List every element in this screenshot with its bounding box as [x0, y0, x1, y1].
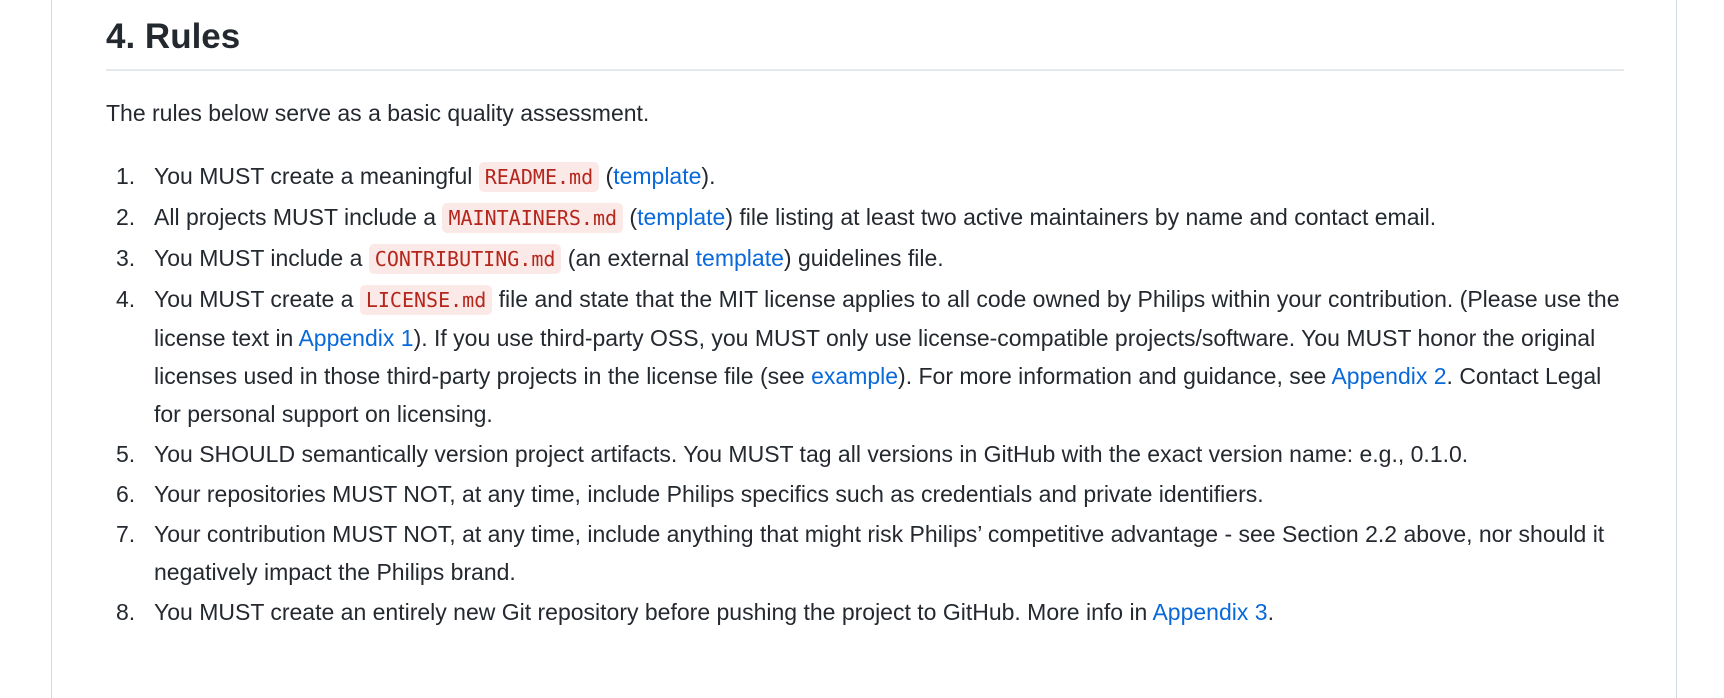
- rules-list: 1. You MUST create a meaningful README.md…: [106, 157, 1624, 631]
- link-template[interactable]: template: [613, 163, 701, 189]
- rule-text: (: [623, 204, 638, 230]
- inline-code-filename: MAINTAINERS.md: [442, 203, 624, 233]
- rule-item: 5. You SHOULD semantically version projec…: [106, 435, 1624, 473]
- rule-item: 2. All projects MUST include a MAINTAINER…: [106, 198, 1624, 237]
- rule-text: Your contribution MUST NOT, at any time,…: [154, 521, 1605, 585]
- link-template[interactable]: template: [696, 245, 784, 271]
- rule-text: You SHOULD semantically version project …: [154, 441, 1469, 467]
- rule-number: 4.: [116, 286, 136, 312]
- rule-item: 1. You MUST create a meaningful README.md…: [106, 157, 1624, 196]
- rule-number: 3.: [116, 245, 136, 271]
- rule-text: Your repositories MUST NOT, at any time,…: [154, 481, 1264, 507]
- inline-code-filename: README.md: [478, 162, 600, 192]
- rule-item: 6. Your repositories MUST NOT, at any tim…: [106, 475, 1624, 513]
- rule-item: 3. You MUST include a CONTRIBUTING.md (an…: [106, 239, 1624, 278]
- rule-text: You MUST create a: [154, 286, 360, 312]
- rule-number: 1.: [116, 163, 136, 189]
- rule-item: 4. You MUST create a LICENSE.md file and …: [106, 280, 1624, 433]
- rule-item: 8. You MUST create an entirely new Git re…: [106, 593, 1624, 631]
- rule-number: 2.: [116, 204, 136, 230]
- rule-text: You MUST create an entirely new Git repo…: [154, 599, 1153, 625]
- rule-item: 7. Your contribution MUST NOT, at any tim…: [106, 515, 1624, 591]
- rule-text: You MUST include a: [154, 245, 369, 271]
- rule-text: .: [1267, 599, 1274, 625]
- link-appendix-3[interactable]: Appendix 3: [1152, 599, 1267, 625]
- section-heading: 4. Rules: [106, 0, 1624, 71]
- rule-number: 7.: [116, 521, 136, 547]
- rule-number: 5.: [116, 441, 136, 467]
- rule-text: ).: [701, 163, 716, 189]
- inline-code-filename: LICENSE.md: [359, 285, 493, 315]
- rule-number: 6.: [116, 481, 136, 507]
- rule-text: ). For more information and guidance, se…: [898, 363, 1332, 389]
- link-template[interactable]: template: [637, 204, 725, 230]
- rule-text: ) guidelines file.: [783, 245, 944, 271]
- inline-code-filename: CONTRIBUTING.md: [368, 244, 562, 274]
- intro-paragraph: The rules below serve as a basic quality…: [106, 100, 650, 126]
- rule-text: ) file listing at least two active maint…: [725, 204, 1437, 230]
- rule-text: (: [599, 163, 614, 189]
- link-appendix-1[interactable]: Appendix 1: [298, 325, 413, 351]
- rule-number: 8.: [116, 599, 136, 625]
- rules-section: 4. Rules The rules below serve as a basi…: [106, 0, 1624, 633]
- link-appendix-2[interactable]: Appendix 2: [1331, 363, 1446, 389]
- rule-text: All projects MUST include a: [154, 204, 443, 230]
- rule-text: (an external: [561, 245, 696, 271]
- rule-text: You MUST create a meaningful: [154, 163, 479, 189]
- link-example[interactable]: example: [811, 363, 898, 389]
